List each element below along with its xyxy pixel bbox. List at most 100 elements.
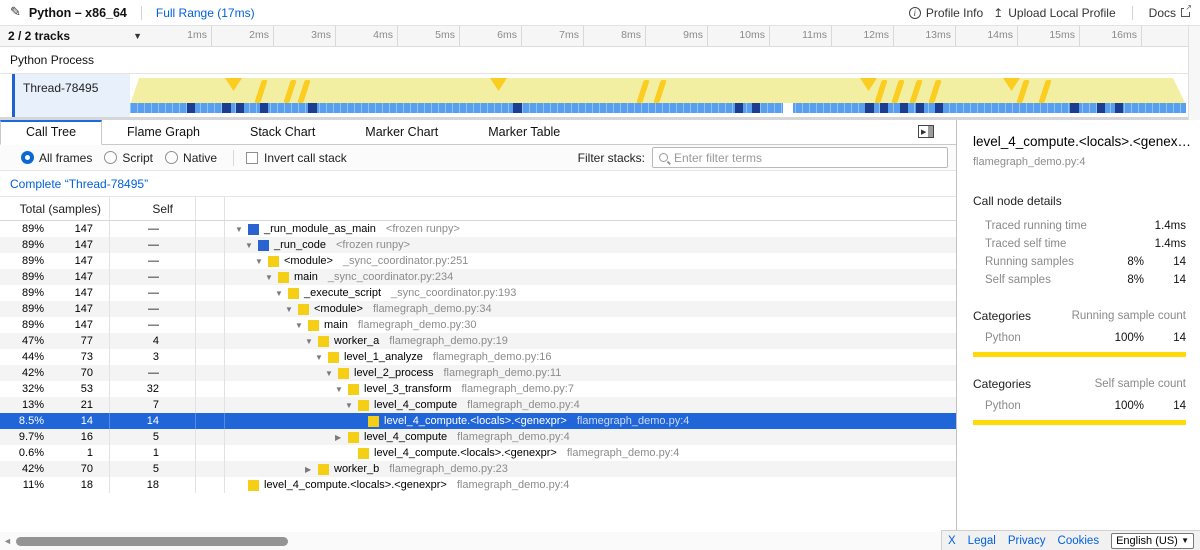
thread-track-label[interactable]: Thread-78495 (15, 74, 130, 117)
table-row[interactable]: 89%147—▼_run_module_as_main<frozen runpy… (0, 221, 956, 237)
scroll-left-icon[interactable]: ◄ (3, 536, 12, 546)
marker-slash-icon[interactable] (1016, 80, 1029, 103)
categories-subtitle: Running sample count (1072, 310, 1186, 322)
category-square-icon (368, 416, 379, 427)
profile-info-button[interactable]: i Profile Info (909, 6, 983, 20)
collapse-icon[interactable]: ▼ (315, 353, 328, 362)
table-row[interactable]: 89%147—▼_run_code<frozen runpy> (0, 237, 956, 253)
table-row[interactable]: 11%1818level_4_compute.<locals>.<genexpr… (0, 477, 956, 493)
table-row[interactable]: 8.5%1414level_4_compute.<locals>.<genexp… (0, 413, 956, 429)
collapse-icon[interactable]: ▼ (275, 289, 288, 298)
docs-link[interactable]: Docs (1149, 6, 1190, 20)
marker-slash-icon[interactable] (254, 80, 267, 103)
table-row[interactable]: 89%147—▼mainflamegraph_demo.py:30 (0, 317, 956, 333)
marker-slash-icon[interactable] (653, 80, 666, 103)
process-track-header[interactable]: Python Process (0, 47, 1188, 74)
activity-graph[interactable] (130, 78, 1186, 105)
cell-call-node: ▼_run_code<frozen runpy> (225, 237, 956, 253)
footer-link-legal[interactable]: Legal (968, 535, 996, 547)
call-node-details-rows: Traced running time1.4msTraced self time… (973, 217, 1186, 289)
table-row[interactable]: 9.7%165▶level_4_computeflamegraph_demo.p… (0, 429, 956, 445)
collapse-icon[interactable]: ▼ (295, 321, 308, 330)
tracks-scrollbar[interactable] (1188, 26, 1200, 120)
timeline-ruler: 1ms2ms3ms4ms5ms6ms7ms8ms9ms10ms11ms12ms1… (150, 26, 1142, 46)
filter-stacks-input[interactable]: Enter filter terms (652, 147, 948, 168)
table-row[interactable]: 13%217▼level_4_computeflamegraph_demo.py… (0, 397, 956, 413)
expand-icon[interactable]: ▶ (305, 465, 318, 474)
table-row[interactable]: 0.6%11level_4_compute.<locals>.<genexpr>… (0, 445, 956, 461)
thread-track-canvas[interactable] (130, 74, 1188, 117)
full-range-button[interactable]: Full Range (17ms) (156, 6, 255, 20)
tab-flame-graph[interactable]: Flame Graph (102, 120, 225, 144)
table-row[interactable]: 89%147—▼_execute_script_sync_coordinator… (0, 285, 956, 301)
tab-marker-table[interactable]: Marker Table (463, 120, 585, 144)
column-header-total[interactable]: Total (samples) (0, 197, 110, 220)
collapse-icon[interactable]: ▼ (345, 401, 358, 410)
marker-slash-icon[interactable] (283, 80, 296, 103)
invert-call-stack-checkbox[interactable] (246, 152, 258, 164)
language-select[interactable]: English (US) ▼ (1111, 533, 1194, 549)
radio-all-frames[interactable] (21, 151, 34, 164)
file-location: flamegraph_demo.py:4 (457, 431, 570, 443)
tab-call-tree[interactable]: Call Tree (0, 120, 102, 145)
sample-block (935, 103, 943, 113)
sidebar-toggle-button[interactable]: ▶ (918, 125, 934, 138)
collapse-icon[interactable]: ▼ (305, 337, 318, 346)
upload-profile-button[interactable]: ↥ Upload Local Profile (993, 6, 1115, 20)
ruler-tick: 5ms (398, 26, 460, 46)
expand-icon[interactable]: ▶ (335, 433, 348, 442)
radio-script[interactable] (104, 151, 117, 164)
cell-call-node: ▼mainflamegraph_demo.py:30 (225, 317, 956, 333)
marker-slash-icon[interactable] (891, 80, 904, 103)
table-row[interactable]: 89%147—▼main_sync_coordinator.py:234 (0, 269, 956, 285)
table-row[interactable]: 89%147—▼<module>flamegraph_demo.py:34 (0, 301, 956, 317)
collapse-icon[interactable]: ▼ (255, 257, 268, 266)
collapse-icon[interactable]: ▼ (285, 305, 298, 314)
tab-stack-chart[interactable]: Stack Chart (225, 120, 340, 144)
radio-label[interactable]: Script (122, 151, 153, 165)
marker-triangle-icon[interactable] (490, 78, 507, 91)
column-header-self[interactable]: Self (110, 197, 196, 220)
table-row[interactable]: 42%705▶worker_bflamegraph_demo.py:23 (0, 461, 956, 477)
footer-bar: X Legal Privacy Cookies English (US) ▼ (941, 530, 1200, 550)
categories-title: Categories (973, 309, 1031, 323)
collapse-icon[interactable]: ▼ (325, 369, 338, 378)
radio-label[interactable]: All frames (39, 151, 92, 165)
table-row[interactable]: 89%147—▼<module>_sync_coordinator.py:251 (0, 253, 956, 269)
breadcrumb-complete-range[interactable]: Complete “Thread-78495” (10, 177, 148, 191)
tab-marker-chart[interactable]: Marker Chart (340, 120, 463, 144)
marker-slash-icon[interactable] (297, 80, 310, 103)
table-row[interactable]: 47%774▼worker_aflamegraph_demo.py:19 (0, 333, 956, 349)
marker-slash-icon[interactable] (874, 80, 887, 103)
column-header-spacer (196, 197, 225, 220)
footer-link-x[interactable]: X (948, 535, 956, 547)
collapse-icon[interactable]: ▼ (335, 385, 348, 394)
marker-slash-icon[interactable] (636, 80, 649, 103)
cell-total-percent: 89% (0, 223, 48, 235)
marker-triangle-icon[interactable] (860, 78, 877, 91)
collapse-icon[interactable]: ▼ (235, 225, 248, 234)
footer-link-cookies[interactable]: Cookies (1058, 535, 1100, 547)
marker-triangle-icon[interactable] (225, 78, 242, 91)
edit-profile-name-icon[interactable]: ✎ (10, 4, 21, 20)
tracks-dropdown-button[interactable]: 2 / 2 tracks ▼ (0, 26, 150, 46)
ruler-tick: 16ms (1080, 26, 1142, 46)
radio-native[interactable] (165, 151, 178, 164)
scrollbar-thumb[interactable] (16, 537, 288, 546)
ruler-tick: 13ms (894, 26, 956, 46)
table-row[interactable]: 42%70—▼level_2_processflamegraph_demo.py… (0, 365, 956, 381)
footer-link-privacy[interactable]: Privacy (1008, 535, 1046, 547)
collapse-icon[interactable]: ▼ (265, 273, 278, 282)
cell-total-percent: 44% (0, 351, 48, 363)
horizontal-scrollbar: ◄ (0, 532, 956, 550)
table-row[interactable]: 32%5332▼level_3_transformflamegraph_demo… (0, 381, 956, 397)
marker-slash-icon[interactable] (909, 80, 922, 103)
invert-call-stack-label[interactable]: Invert call stack (264, 151, 347, 165)
marker-slash-icon[interactable] (928, 80, 941, 103)
marker-slash-icon[interactable] (1038, 80, 1051, 103)
collapse-icon[interactable]: ▼ (245, 241, 258, 250)
table-row[interactable]: 44%733▼level_1_analyzeflamegraph_demo.py… (0, 349, 956, 365)
sample-strip[interactable] (130, 103, 1186, 113)
marker-triangle-icon[interactable] (1003, 78, 1020, 91)
radio-label[interactable]: Native (183, 151, 217, 165)
